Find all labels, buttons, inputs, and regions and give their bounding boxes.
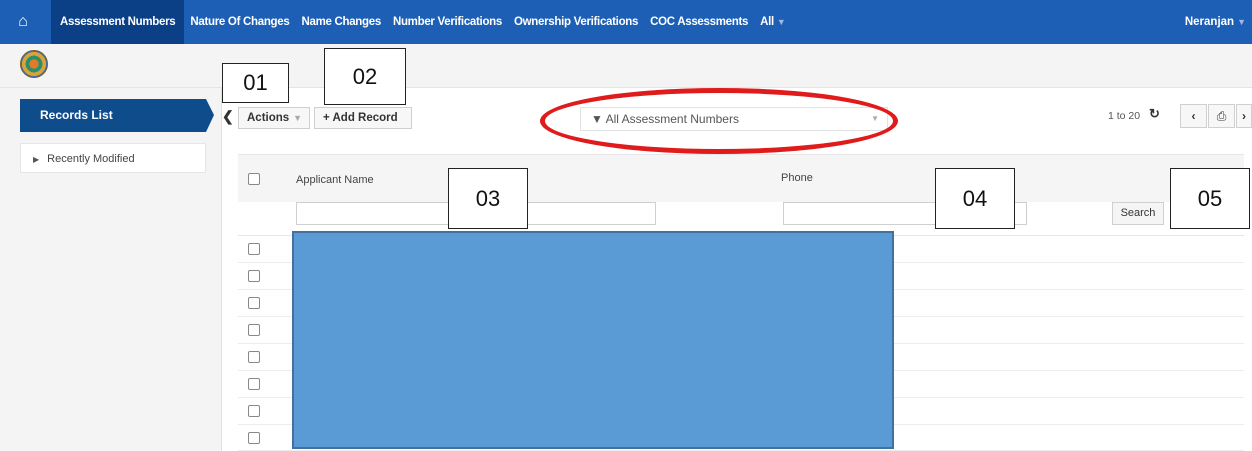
nav-assessment-numbers[interactable]: Assessment Numbers (51, 0, 185, 44)
row-checkbox[interactable] (248, 270, 260, 282)
nav-all-label: All (760, 16, 774, 28)
red-highlight-ellipse (540, 88, 898, 154)
records-list-tab[interactable]: Records List (20, 99, 214, 132)
recently-modified-item[interactable]: ▶ Recently Modified (20, 143, 206, 173)
callout-05: 05 (1170, 168, 1250, 229)
row-checkbox[interactable] (248, 432, 260, 444)
user-name: Neranjan (1184, 16, 1235, 28)
nav-all-dropdown[interactable]: All ▼ (754, 0, 791, 44)
org-logo (20, 50, 48, 78)
table-header: Applicant Name Phone (238, 154, 1244, 202)
prev-page-button[interactable]: ‹ (1180, 104, 1207, 128)
search-button[interactable]: Search (1112, 202, 1164, 225)
export-icon[interactable]: ⎙ (1208, 104, 1235, 128)
callout-03: 03 (448, 168, 528, 229)
column-header-applicant-name[interactable]: Applicant Name (296, 174, 374, 186)
column-header-phone[interactable]: Phone (781, 172, 813, 184)
row-checkbox[interactable] (248, 297, 260, 309)
add-record-button[interactable]: + Add Record (314, 107, 412, 129)
nav-nature-of-changes[interactable]: Nature Of Changes (184, 0, 295, 44)
nav-coc-assessments[interactable]: COC Assessments (644, 0, 754, 44)
chevron-down-icon: ▼ (293, 113, 303, 123)
collapse-sidebar-icon[interactable]: ❮ (222, 108, 234, 125)
expand-triangle-icon: ▶ (33, 155, 40, 164)
chevron-down-icon: ▼ (776, 17, 786, 27)
row-checkbox[interactable] (248, 324, 260, 336)
row-checkbox[interactable] (248, 378, 260, 390)
nav-ownership-verifications[interactable]: Ownership Verifications (508, 0, 644, 44)
row-checkbox[interactable] (248, 351, 260, 363)
next-page-button[interactable]: › (1236, 104, 1252, 128)
actions-button[interactable]: Actions ▼ (238, 107, 310, 129)
nav-number-verifications[interactable]: Number Verifications (387, 0, 508, 44)
row-checkbox[interactable] (248, 243, 260, 255)
home-icon[interactable]: ⌂ (8, 11, 38, 33)
callout-04: 04 (935, 168, 1015, 229)
main-nav: Assessment Numbers Nature Of Changes Nam… (51, 0, 792, 44)
callout-02: 02 (324, 48, 406, 105)
nav-name-changes[interactable]: Name Changes (295, 0, 386, 44)
logo-strip (0, 44, 1252, 88)
refresh-icon[interactable]: ↻ (1149, 106, 1160, 122)
row-checkbox[interactable] (248, 405, 260, 417)
actions-label: Actions (247, 112, 290, 124)
recently-modified-label: Recently Modified (47, 153, 135, 165)
pager-range: 1 to 20 (1108, 110, 1141, 122)
chevron-down-icon: ▼ (1237, 17, 1246, 27)
callout-01: 01 (222, 63, 289, 103)
top-navbar: ⌂ Assessment Numbers Nature Of Changes N… (0, 0, 1252, 44)
select-all-checkbox[interactable] (248, 173, 260, 185)
redaction-overlay (292, 231, 894, 449)
user-menu[interactable]: Neranjan ▼ (1185, 0, 1246, 44)
